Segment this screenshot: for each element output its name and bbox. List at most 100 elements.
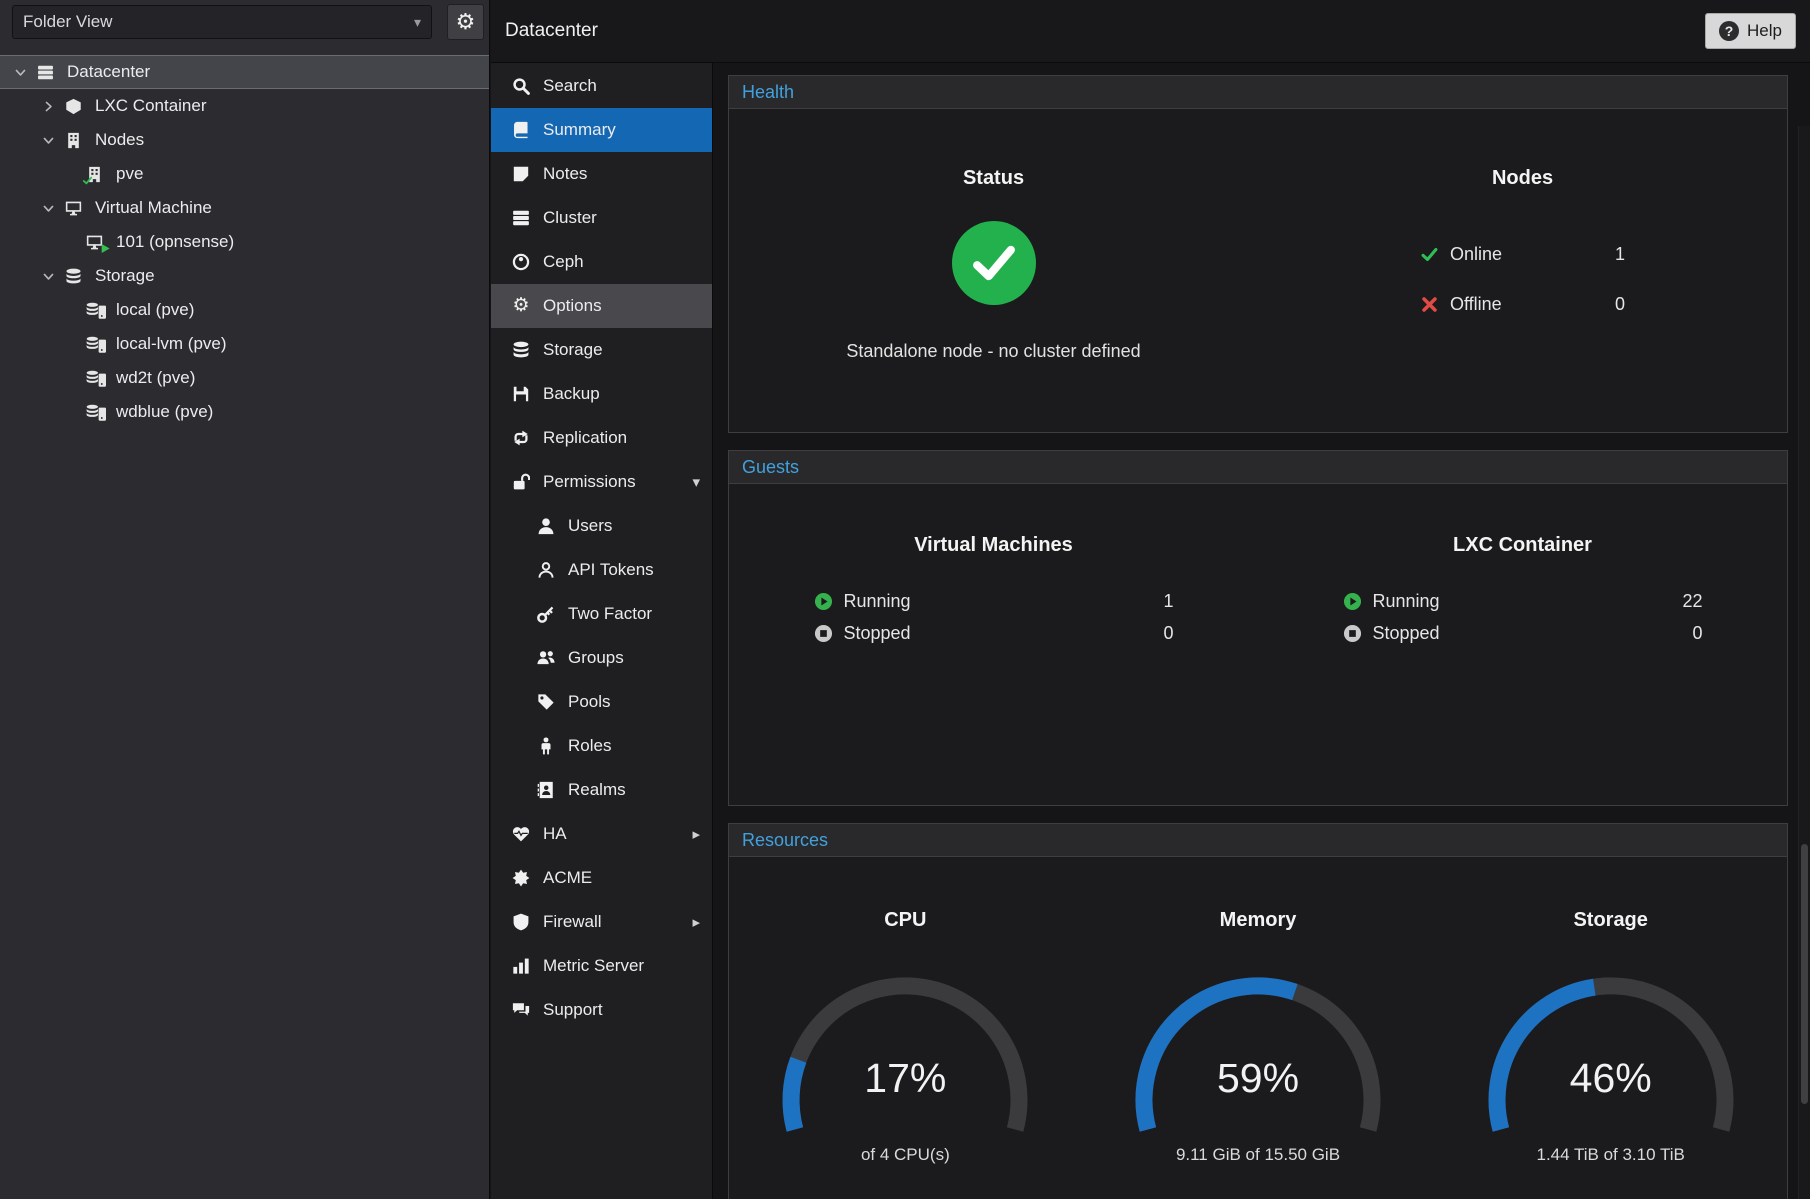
cpu-detail: of 4 CPU(s) xyxy=(861,1145,950,1165)
menu-item-label: Groups xyxy=(568,648,624,668)
menu-item-cluster[interactable]: Cluster xyxy=(491,196,712,240)
tree-settings-button[interactable] xyxy=(447,4,484,40)
server-icon xyxy=(37,63,58,81)
menu-item-label: Permissions xyxy=(543,472,636,492)
menu-item-metric-server[interactable]: Metric Server xyxy=(491,944,712,988)
menu-item-roles[interactable]: Roles xyxy=(491,724,712,768)
tree-item-storage-wdblue[interactable]: wdblue (pve) xyxy=(0,395,489,429)
menu-item-two-factor[interactable]: Two Factor xyxy=(491,592,712,636)
tree-item-label: pve xyxy=(116,164,143,184)
tree-item-storage[interactable]: Storage xyxy=(0,259,489,293)
expand-icon[interactable] xyxy=(42,100,55,113)
lxc-running-row: Running 22 xyxy=(1343,588,1703,614)
menu-item-groups[interactable]: Groups xyxy=(491,636,712,680)
menu-item-label: HA xyxy=(543,824,567,844)
menu-item-label: Options xyxy=(543,296,602,316)
datacenter-menu: Search Summary Notes Cluster Ceph Option… xyxy=(491,63,713,1199)
chevron-right-icon xyxy=(692,912,700,932)
health-panel-header: Health xyxy=(729,76,1787,109)
stop-circle-icon xyxy=(1343,624,1362,643)
stat-label: Stopped xyxy=(1373,623,1440,644)
menu-item-label: API Tokens xyxy=(568,560,654,580)
tree-item-storage-local-lvm[interactable]: local-lvm (pve) xyxy=(0,327,489,361)
sync-arrows-icon xyxy=(512,429,530,447)
gear-icon xyxy=(456,11,476,34)
tree-item-virtual-machine[interactable]: Virtual Machine xyxy=(0,191,489,225)
menu-item-firewall[interactable]: Firewall xyxy=(491,900,712,944)
collapse-icon[interactable] xyxy=(42,202,55,215)
book-icon xyxy=(512,121,530,139)
help-button[interactable]: Help xyxy=(1705,13,1796,49)
tree-item-label: local (pve) xyxy=(116,300,194,320)
view-mode-select[interactable]: Folder View xyxy=(12,5,432,39)
storage-gauge: 46% xyxy=(1456,957,1766,1143)
tree-item-storage-local[interactable]: local (pve) xyxy=(0,293,489,327)
collapse-icon[interactable] xyxy=(14,66,27,79)
cpu-heading: CPU xyxy=(884,907,926,933)
menu-item-options[interactable]: Options xyxy=(491,284,712,328)
menu-item-label: Realms xyxy=(568,780,626,800)
check-icon xyxy=(1420,245,1439,264)
menu-item-search[interactable]: Search xyxy=(491,64,712,108)
menu-item-ceph[interactable]: Ceph xyxy=(491,240,712,284)
menu-item-realms[interactable]: Realms xyxy=(491,768,712,812)
menu-item-support[interactable]: Support xyxy=(491,988,712,1032)
vm-heading: Virtual Machines xyxy=(914,532,1073,558)
memory-percent: 59% xyxy=(1103,1055,1413,1102)
menu-item-label: Metric Server xyxy=(543,956,644,976)
health-panel: Health Status Standalone node - no clust… xyxy=(728,75,1788,433)
certificate-icon xyxy=(512,869,530,887)
stat-value: 0 xyxy=(1163,623,1173,644)
menu-item-replication[interactable]: Replication xyxy=(491,416,712,460)
menu-item-users[interactable]: Users xyxy=(491,504,712,548)
menu-item-backup[interactable]: Backup xyxy=(491,372,712,416)
comments-icon xyxy=(512,1001,530,1019)
storage-detail: 1.44 TiB of 3.10 TiB xyxy=(1536,1145,1684,1165)
tree-item-lxc-container[interactable]: LXC Container xyxy=(0,89,489,123)
menu-item-api-tokens[interactable]: API Tokens xyxy=(491,548,712,592)
check-icon xyxy=(82,175,93,186)
monitor-icon xyxy=(65,199,86,217)
stop-circle-icon xyxy=(814,624,833,643)
menu-item-ha[interactable]: HA xyxy=(491,812,712,856)
health-status-column: Status Standalone node - no cluster defi… xyxy=(729,109,1258,362)
tree-item-datacenter[interactable]: Datacenter xyxy=(0,55,489,89)
person-icon xyxy=(537,737,555,755)
menu-item-storage[interactable]: Storage xyxy=(491,328,712,372)
cpu-percent: 17% xyxy=(750,1055,1060,1102)
gear-icon xyxy=(512,296,530,316)
menu-item-label: Replication xyxy=(543,428,627,448)
collapse-icon[interactable] xyxy=(42,270,55,283)
resource-tree-panel: Folder View Datacenter LXC Container Nod… xyxy=(0,0,490,1199)
guests-panel-header: Guests xyxy=(729,451,1787,484)
menu-item-label: Backup xyxy=(543,384,600,404)
lxc-heading: LXC Container xyxy=(1453,532,1592,558)
menu-item-notes[interactable]: Notes xyxy=(491,152,712,196)
building-icon xyxy=(65,131,86,149)
collapse-icon[interactable] xyxy=(42,134,55,147)
unlock-icon xyxy=(512,473,530,491)
menu-item-permissions[interactable]: Permissions xyxy=(491,460,712,504)
scrollbar-thumb[interactable] xyxy=(1801,844,1808,1104)
menu-item-label: Pools xyxy=(568,692,611,712)
vm-stopped-row: Stopped 0 xyxy=(814,620,1174,646)
lxc-stopped-row: Stopped 0 xyxy=(1343,620,1703,646)
tree-item-vm-101[interactable]: 101 (opnsense) xyxy=(0,225,489,259)
tree-item-label: wd2t (pve) xyxy=(116,368,195,388)
check-icon xyxy=(969,238,1019,288)
tree-item-nodes[interactable]: Nodes xyxy=(0,123,489,157)
vertical-scrollbar[interactable] xyxy=(1798,126,1810,1199)
menu-item-acme[interactable]: ACME xyxy=(491,856,712,900)
panel-title: Resources xyxy=(742,830,828,851)
tree-item-pve[interactable]: pve xyxy=(0,157,489,191)
menu-item-label: Storage xyxy=(543,340,603,360)
heartbeat-icon xyxy=(512,825,530,843)
tree-item-storage-wd2t[interactable]: wd2t (pve) xyxy=(0,361,489,395)
menu-item-summary[interactable]: Summary xyxy=(491,108,712,152)
tag-icon xyxy=(537,693,555,711)
help-icon xyxy=(1719,21,1739,41)
stat-label: Running xyxy=(1373,591,1440,612)
tree-item-label: LXC Container xyxy=(95,96,207,116)
menu-item-pools[interactable]: Pools xyxy=(491,680,712,724)
stat-label: Stopped xyxy=(844,623,911,644)
